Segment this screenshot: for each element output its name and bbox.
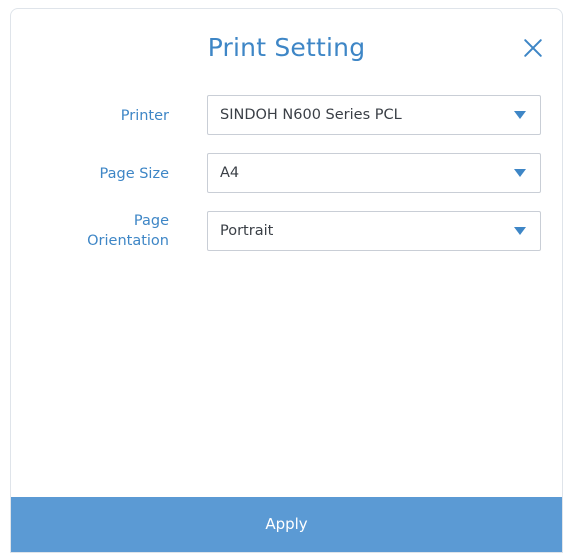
chevron-down-icon [514,169,526,177]
printer-select[interactable]: SINDOH N600 Series PCL [207,95,541,135]
page-orientation-select[interactable]: Portrait [207,211,541,251]
apply-button[interactable]: Apply [11,497,562,552]
printer-select-value: SINDOH N600 Series PCL [220,107,402,123]
print-setting-dialog: Print Setting Printer SINDOH N600 Series… [10,8,563,553]
page-orientation-row: Page Orientation Portrait [11,211,562,253]
dialog-title: Print Setting [207,33,366,62]
chevron-down-icon [514,111,526,119]
page-orientation-label-line1: Page [133,213,169,229]
close-icon[interactable] [522,37,544,59]
page-orientation-select-value: Portrait [220,223,274,239]
printer-label: Printer [120,108,169,124]
page-size-select[interactable]: A4 [207,153,541,193]
page-size-row: Page Size A4 [11,153,562,195]
page-orientation-label: Page Orientation [19,211,169,251]
page-size-label: Page Size [99,166,169,182]
page-orientation-label-line2: Orientation [87,233,169,249]
chevron-down-icon [514,227,526,235]
page-size-select-value: A4 [220,165,240,181]
printer-row: Printer SINDOH N600 Series PCL [11,95,562,137]
